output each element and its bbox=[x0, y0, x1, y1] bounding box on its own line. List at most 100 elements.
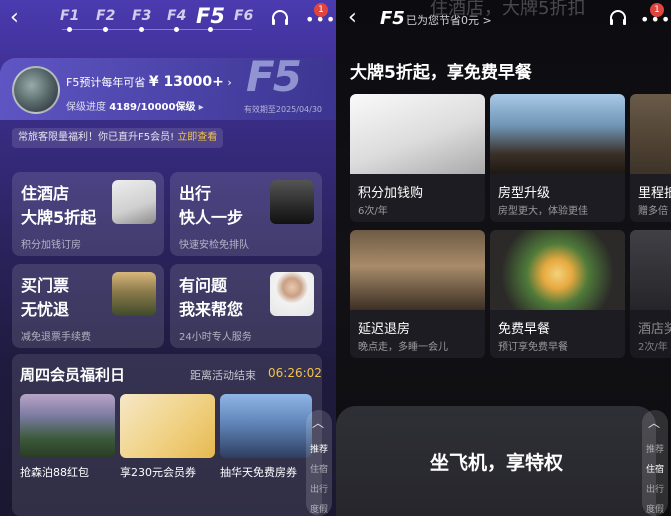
progress-value: 4189/10000保级 bbox=[109, 102, 196, 113]
deal-image[interactable] bbox=[220, 394, 312, 458]
perk-name: 酒店奖 bbox=[638, 322, 671, 337]
chevron-up-icon[interactable]: ︿ bbox=[312, 414, 324, 431]
benefit-tile-support[interactable]: 有问题我来帮您 24小时专人服务 bbox=[170, 264, 322, 348]
level-dot bbox=[208, 27, 213, 32]
sidenav-item-vacation[interactable]: 度假 bbox=[642, 502, 668, 515]
deal-label[interactable]: 抢森泊88红包 bbox=[20, 464, 89, 480]
level-label: F5 bbox=[380, 8, 405, 29]
left-screen: ‹ F1 F2 F3 F4 F5 F6 ••• 1 F5预计每年可省 ¥ 130… bbox=[0, 0, 336, 516]
perk-image bbox=[490, 94, 625, 174]
sidenav-item-stay[interactable]: 住宿 bbox=[306, 462, 332, 475]
countdown-timer: 06:26:02 bbox=[268, 366, 322, 380]
pillow-icon bbox=[112, 180, 156, 224]
savings-label: F5预计每年可省 bbox=[66, 76, 146, 89]
tile-title: 快人一步 bbox=[179, 208, 244, 227]
sidenav-item-recommend[interactable]: 推荐 bbox=[306, 442, 332, 455]
perk-desc: 房型更大，体验更佳 bbox=[498, 206, 588, 217]
perk-name: 延迟退房 bbox=[358, 322, 411, 337]
section-title: 周四会员福利日 bbox=[20, 366, 126, 384]
progress-line[interactable]: 保级进度 4189/10000保级 ▸ bbox=[66, 98, 204, 113]
back-icon[interactable]: ‹ bbox=[348, 6, 368, 30]
chevron-right-icon: › bbox=[227, 76, 232, 89]
perk-desc: 预订享免费早餐 bbox=[498, 342, 568, 353]
flight-section-title: 坐飞机，享特权 bbox=[430, 452, 564, 474]
benefit-tile-travel[interactable]: 出行快人一步 快速安检免排队 bbox=[170, 172, 322, 256]
benefit-tile-hotel[interactable]: 住酒店大牌5折起 积分加钱订房 bbox=[12, 172, 164, 256]
perk-card[interactable]: 免费早餐 预订享免费早餐 bbox=[490, 230, 625, 358]
notification-badge: 1 bbox=[650, 3, 664, 17]
back-icon[interactable]: ‹ bbox=[10, 6, 30, 30]
perk-image bbox=[630, 94, 671, 174]
right-screen: 住酒店，大牌5折扣 ‹ F5 已为您节省0元 > ••• 1 大牌5折起，享免费… bbox=[336, 0, 671, 516]
level-f4[interactable]: F4 bbox=[167, 8, 186, 24]
tile-title: 有问题 bbox=[179, 276, 228, 295]
level-dot bbox=[67, 27, 72, 32]
level-dot bbox=[139, 27, 144, 32]
expiry-date: 有效期至2025/04/30 bbox=[243, 105, 322, 114]
countdown-label: 距离活动结束 bbox=[190, 369, 256, 382]
perk-name: 积分加钱购 bbox=[358, 186, 424, 201]
perk-card[interactable]: 积分加钱购 6次/年 bbox=[350, 94, 485, 222]
progress-label: 保级进度 bbox=[66, 102, 106, 113]
level-f3[interactable]: F3 bbox=[132, 8, 151, 24]
perk-card[interactable]: 里程抵 赠多倍 bbox=[630, 94, 671, 222]
level-dot bbox=[174, 27, 179, 32]
perk-name: 免费早餐 bbox=[498, 322, 551, 337]
perk-desc: 2次/年 bbox=[638, 342, 668, 353]
level-track bbox=[62, 29, 252, 30]
savings-summary[interactable]: 已为您节省0元 > bbox=[406, 12, 492, 28]
tile-subtitle: 24小时专人服务 bbox=[179, 332, 252, 343]
level-emblem: F5 bbox=[246, 52, 302, 101]
headset-icon[interactable] bbox=[608, 8, 628, 28]
side-nav: ︿ 推荐 住宿 出行 度假 bbox=[642, 410, 668, 516]
deal-label[interactable]: 享230元会员券 bbox=[120, 464, 196, 480]
tile-title: 大牌5折起 bbox=[21, 208, 97, 227]
level-dot bbox=[103, 27, 108, 32]
landscape-icon bbox=[112, 272, 156, 316]
level-selector: F1 F2 F3 F4 F5 F6 bbox=[52, 4, 253, 32]
perk-desc: 赠多倍 bbox=[638, 206, 668, 217]
annual-savings[interactable]: F5预计每年可省 ¥ 13000+ › bbox=[66, 74, 232, 90]
deal-label[interactable]: 抽华天免费房券 bbox=[220, 464, 297, 480]
level-f5[interactable]: F5 bbox=[196, 4, 225, 28]
perk-desc: 6次/年 bbox=[358, 206, 388, 217]
chevron-up-icon[interactable]: ︿ bbox=[648, 414, 660, 431]
perk-card[interactable]: 酒店奖 2次/年 bbox=[630, 230, 671, 358]
top-bar: ‹ F1 F2 F3 F4 F5 F6 ••• 1 bbox=[0, 0, 336, 36]
traveler-icon bbox=[270, 180, 314, 224]
tile-title: 无忧退 bbox=[21, 300, 70, 319]
tile-title: 买门票 bbox=[21, 276, 70, 295]
level-f6[interactable]: F6 bbox=[234, 8, 253, 24]
section-heading: 大牌5折起，享免费早餐 bbox=[350, 63, 532, 83]
perk-image bbox=[630, 230, 671, 310]
deal-image[interactable] bbox=[120, 394, 215, 458]
upgrade-notice[interactable]: 常旅客限量福利！你已直升F5会员! 立即查看 bbox=[12, 128, 224, 148]
benefit-tile-tickets[interactable]: 买门票 无忧退 减免退票手续费 bbox=[12, 264, 164, 348]
perk-name: 里程抵 bbox=[638, 186, 671, 201]
sidenav-item-vacation[interactable]: 度假 bbox=[306, 502, 332, 515]
play-icon: ▸ bbox=[198, 102, 204, 113]
deal-image[interactable] bbox=[20, 394, 115, 458]
tile-title: 我来帮您 bbox=[179, 300, 244, 319]
headset-icon[interactable] bbox=[270, 8, 290, 28]
savings-amount: ¥ 13000+ bbox=[148, 74, 224, 90]
perk-image bbox=[490, 230, 625, 310]
perk-card[interactable]: 延迟退房 晚点走，多睡一会儿 bbox=[350, 230, 485, 358]
sidenav-item-stay[interactable]: 住宿 bbox=[642, 462, 668, 475]
perk-image bbox=[350, 94, 485, 174]
sidenav-item-recommend[interactable]: 推荐 bbox=[642, 442, 668, 455]
perk-name: 房型升级 bbox=[498, 186, 551, 201]
tile-title: 住酒店 bbox=[21, 184, 70, 203]
tile-title: 出行 bbox=[179, 184, 212, 203]
avatar[interactable] bbox=[12, 66, 60, 114]
tile-subtitle: 快速安检免排队 bbox=[179, 240, 249, 251]
level-f1[interactable]: F1 bbox=[60, 8, 79, 24]
notice-link[interactable]: 立即查看 bbox=[177, 132, 217, 143]
notice-text: 常旅客限量福利！你已直升F5会员! bbox=[18, 132, 175, 143]
tile-subtitle: 积分加钱订房 bbox=[21, 240, 81, 251]
perk-card[interactable]: 房型升级 房型更大，体验更佳 bbox=[490, 94, 625, 222]
sidenav-item-travel[interactable]: 出行 bbox=[642, 482, 668, 495]
level-f2[interactable]: F2 bbox=[96, 8, 115, 24]
notification-badge: 1 bbox=[314, 3, 328, 17]
sidenav-item-travel[interactable]: 出行 bbox=[306, 482, 332, 495]
